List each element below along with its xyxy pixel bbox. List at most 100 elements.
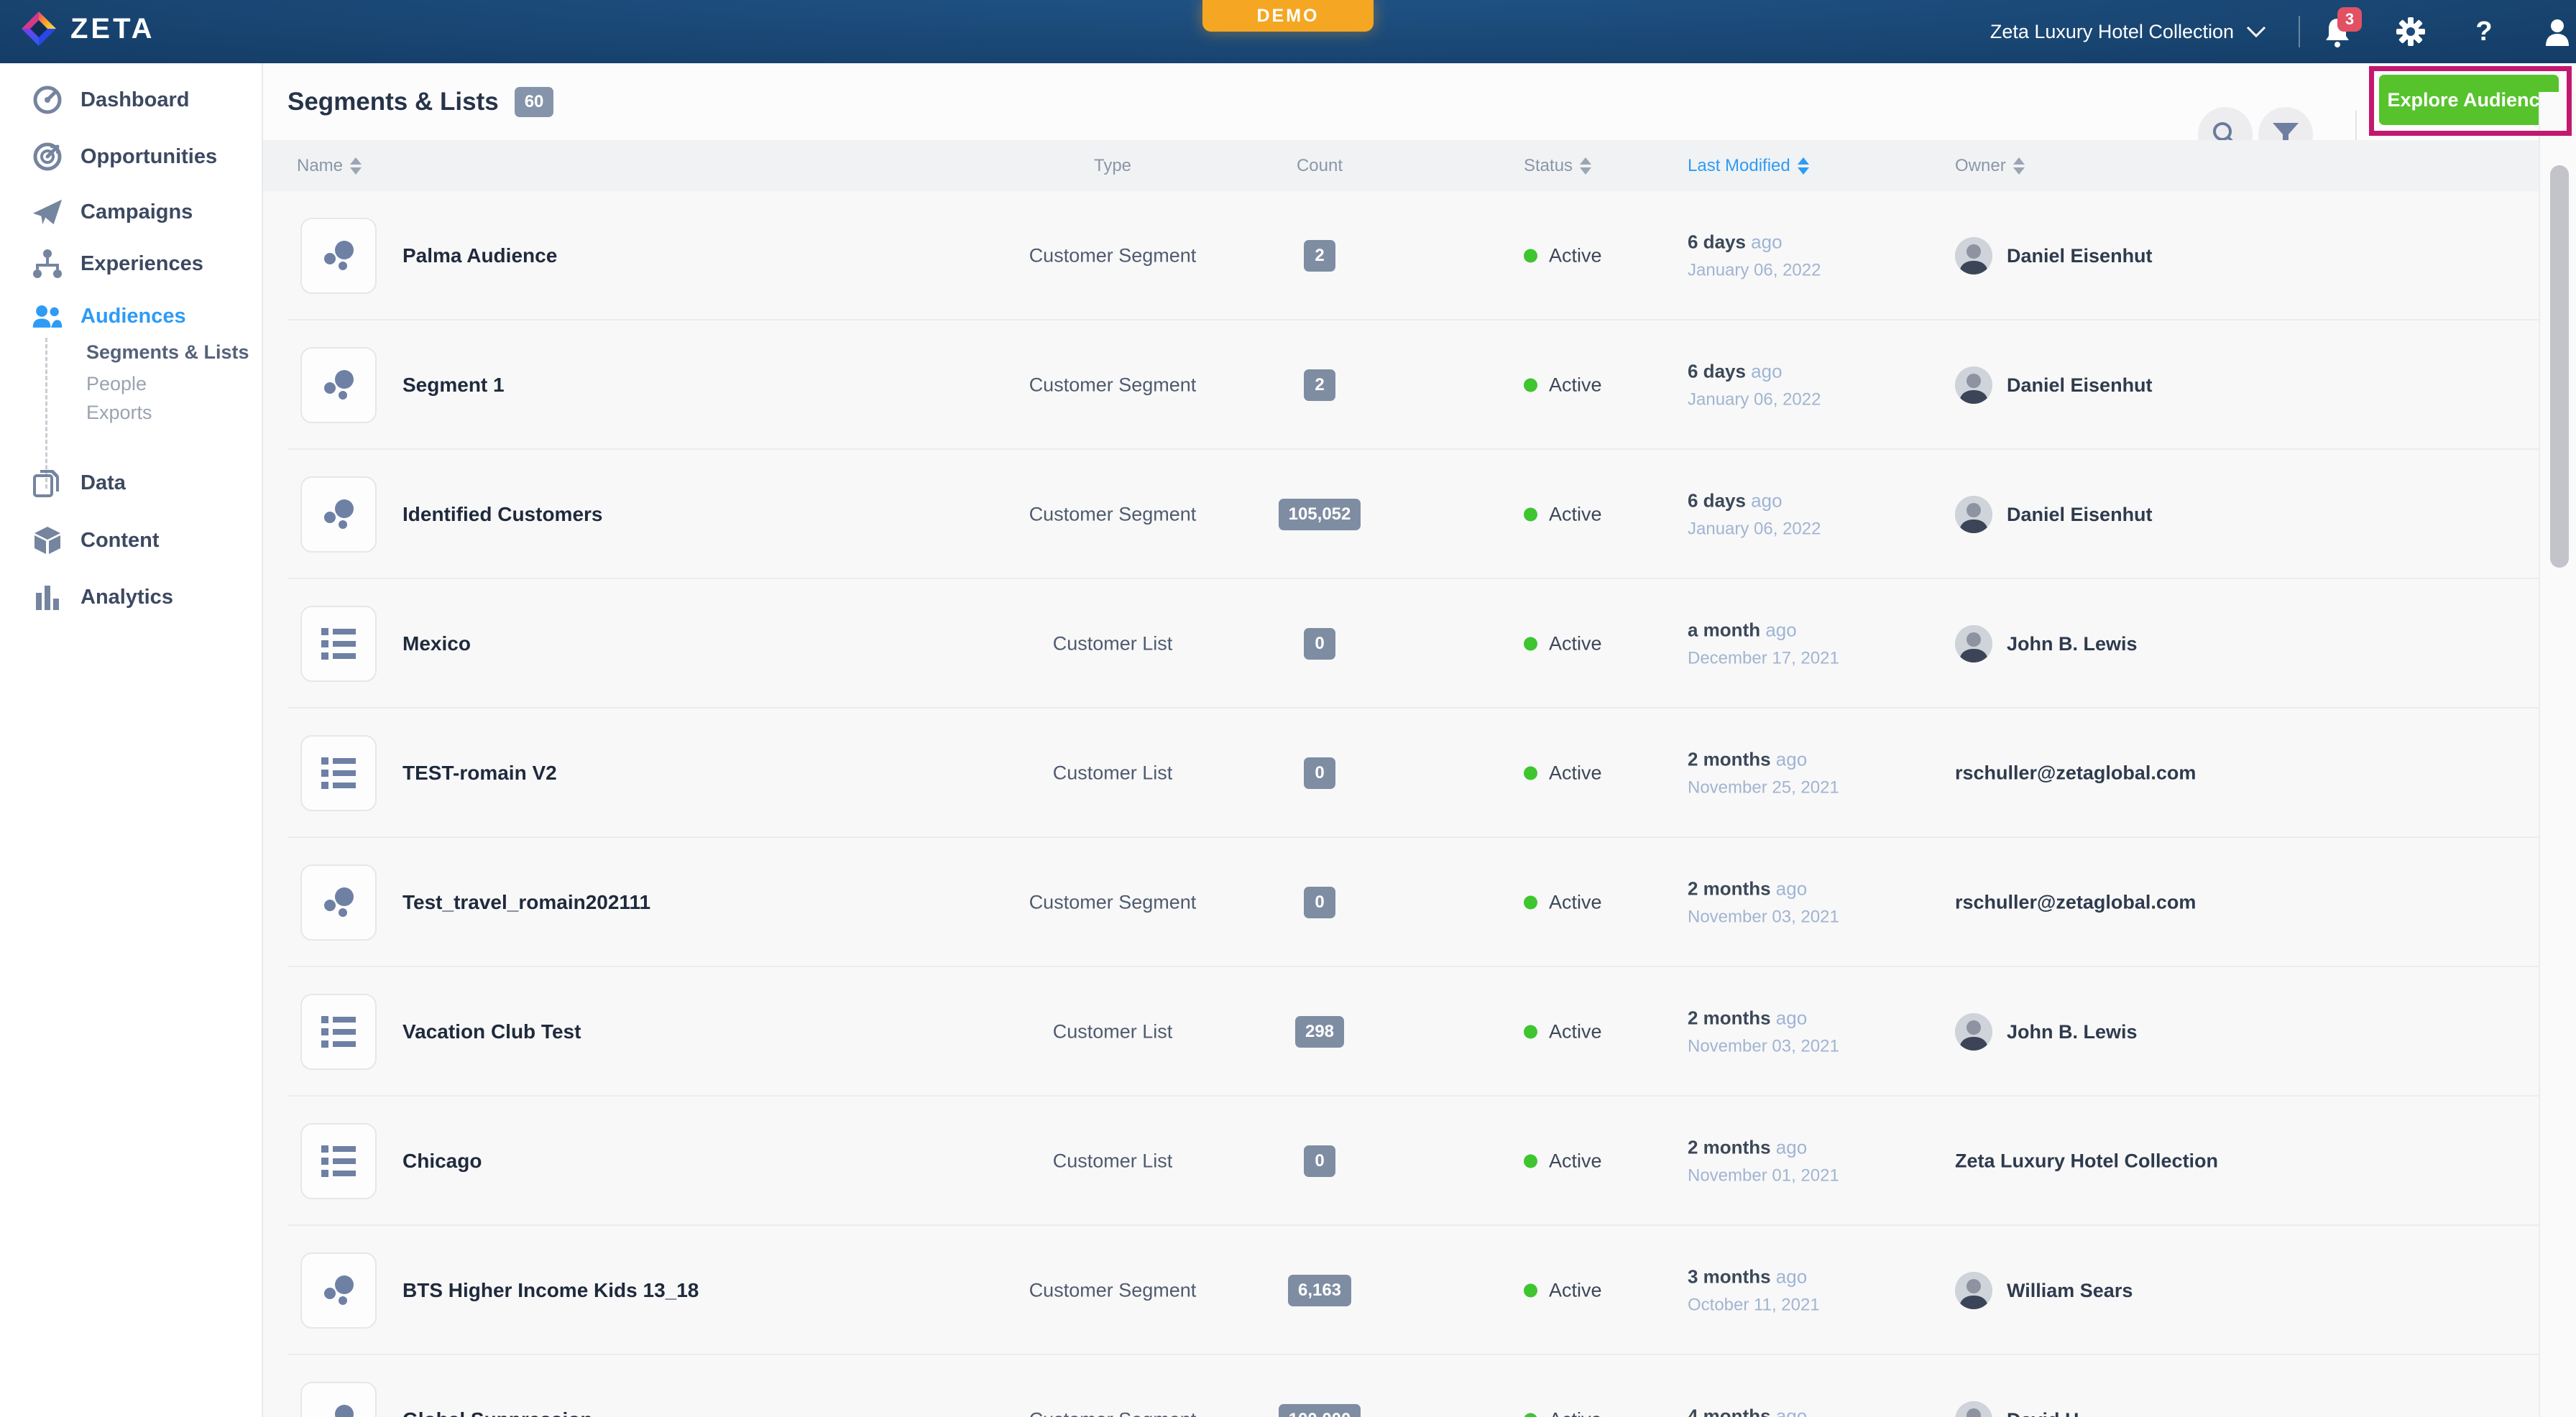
settings-button[interactable] — [2395, 16, 2426, 47]
zeta-diamond-icon — [20, 10, 58, 47]
row-owner: Daniel Eisenhut — [1955, 366, 2153, 404]
status-dot-icon — [1524, 1025, 1537, 1039]
scrollbar-thumb[interactable] — [2550, 165, 2569, 568]
column-label: Count — [1297, 156, 1343, 176]
count-badge: 6,163 — [1288, 1275, 1351, 1306]
modified-relative: 4 months ago — [1688, 1406, 1925, 1417]
sidebar-item-experiences[interactable]: Experiences — [0, 241, 263, 287]
sidebar-subitem-label: Segments & Lists — [86, 341, 249, 364]
column-label: Name — [297, 156, 343, 176]
row-owner: John B. Lewis — [1955, 1013, 2138, 1051]
sidebar-subitem-label: People — [86, 373, 147, 395]
table-row[interactable]: TEST-romain V2 Customer List 0 Active 2 … — [263, 708, 2576, 838]
row-type-icon-box — [300, 1382, 377, 1417]
owner-avatar — [1955, 237, 1992, 274]
row-last-modified: 6 days ago January 06, 2022 — [1688, 231, 1925, 281]
cube-icon — [32, 525, 63, 556]
column-label: Type — [1094, 156, 1131, 176]
sidebar-item-audiences[interactable]: Audiences — [0, 293, 263, 339]
status-dot-icon — [1524, 508, 1537, 522]
sidebar-item-content[interactable]: Content — [0, 517, 263, 563]
segment-icon — [318, 1400, 359, 1417]
modified-relative: a month ago — [1688, 619, 1925, 642]
question-mark-icon: ? — [2475, 17, 2492, 47]
status-label: Active — [1549, 1150, 1602, 1173]
user-menu-button[interactable] — [2542, 16, 2573, 47]
sidebar-item-label: Dashboard — [80, 88, 189, 112]
notifications-button[interactable]: 3 — [2322, 16, 2353, 47]
owner-avatar — [1955, 366, 1992, 404]
owner-name: William Sears — [2007, 1280, 2133, 1302]
sidebar-subitem-exports[interactable]: Exports — [0, 395, 263, 430]
row-last-modified: 2 months ago November 25, 2021 — [1688, 749, 1925, 798]
row-type: Customer List — [1005, 1021, 1220, 1043]
sort-arrows-icon — [2013, 157, 2025, 175]
brand-wordmark: ZETA — [70, 13, 155, 45]
sidebar-item-opportunities[interactable]: Opportunities — [0, 134, 263, 180]
row-status: Active — [1524, 374, 1602, 397]
row-status: Active — [1524, 762, 1602, 785]
gear-icon — [2395, 16, 2426, 47]
account-switcher[interactable]: Zeta Luxury Hotel Collection — [1990, 0, 2267, 63]
count-badge: 100,000 — [1279, 1404, 1361, 1417]
column-header-last-modified[interactable]: Last Modified — [1688, 140, 1809, 191]
scrollbar-track[interactable] — [2539, 92, 2576, 1417]
sidebar-item-campaigns[interactable]: Campaigns — [0, 189, 263, 235]
top-navigation-bar: ZETA DEMO Zeta Luxury Hotel Collection 3 — [0, 0, 2576, 63]
status-dot-icon — [1524, 1155, 1537, 1168]
modified-relative: 3 months ago — [1688, 1266, 1925, 1288]
column-header-owner[interactable]: Owner — [1955, 140, 2025, 191]
help-button[interactable]: ? — [2468, 16, 2500, 47]
zeta-logo[interactable]: ZETA — [20, 10, 155, 47]
chevron-down-icon — [2245, 24, 2267, 39]
sidebar-item-data[interactable]: Data — [0, 460, 263, 506]
avatar-person-icon — [1955, 1013, 1992, 1051]
owner-avatar — [1955, 496, 1992, 533]
row-status: Active — [1524, 1021, 1602, 1043]
owner-name: rschuller@zetaglobal.com — [1955, 762, 2196, 785]
sidebar-item-dashboard[interactable]: Dashboard — [0, 77, 263, 123]
modified-date: January 06, 2022 — [1688, 390, 1925, 410]
table-row[interactable]: Chicago Customer List 0 Active 2 months … — [263, 1097, 2576, 1226]
column-header-status[interactable]: Status — [1524, 140, 1591, 191]
row-status: Active — [1524, 1409, 1602, 1417]
table-row[interactable]: Vacation Club Test Customer List 298 Act… — [263, 967, 2576, 1097]
row-name: Segment 1 — [402, 374, 505, 397]
row-status: Active — [1524, 245, 1602, 267]
sort-arrows-icon — [1798, 157, 1809, 175]
row-type-icon-box — [300, 476, 377, 553]
table-row[interactable]: BTS Higher Income Kids 13_18 Customer Se… — [263, 1226, 2576, 1355]
sidebar-item-analytics[interactable]: Analytics — [0, 574, 263, 620]
owner-name: rschuller@zetaglobal.com — [1955, 892, 2196, 914]
modified-relative: 6 days ago — [1688, 231, 1925, 254]
sort-arrows-icon — [350, 157, 362, 175]
modified-relative: 2 months ago — [1688, 1007, 1925, 1030]
sidebar-item-label: Content — [80, 529, 160, 553]
avatar-person-icon — [1955, 1401, 1992, 1417]
row-owner: John B. Lewis — [1955, 625, 2138, 663]
table-row[interactable]: Test_travel_romain202111 Customer Segmen… — [263, 838, 2576, 967]
row-type: Customer Segment — [1005, 245, 1220, 267]
sidebar-subitem-segments-lists[interactable]: Segments & Lists — [0, 335, 263, 369]
table-row[interactable]: Segment 1 Customer Segment 2 Active 6 da… — [263, 320, 2576, 450]
table-row[interactable]: Identified Customers Customer Segment 10… — [263, 450, 2576, 579]
status-label: Active — [1549, 892, 1602, 914]
column-header-name[interactable]: Name — [297, 140, 362, 191]
table-row[interactable]: Mexico Customer List 0 Active a month ag… — [263, 579, 2576, 708]
table-row[interactable]: Palma Audience Customer Segment 2 Active… — [263, 191, 2576, 320]
row-status: Active — [1524, 1280, 1602, 1302]
status-dot-icon — [1524, 249, 1537, 263]
row-last-modified: 2 months ago November 03, 2021 — [1688, 878, 1925, 928]
row-name: Test_travel_romain202111 — [402, 891, 650, 914]
row-last-modified: 2 months ago November 01, 2021 — [1688, 1137, 1925, 1186]
table-row[interactable]: Global Suppression Customer Segment 100,… — [263, 1355, 2576, 1417]
count-badge: 0 — [1304, 757, 1335, 789]
row-type-icon-box — [300, 735, 377, 811]
count-badge: 0 — [1304, 1145, 1335, 1177]
row-owner: David H — [1955, 1401, 2079, 1417]
sidebar-item-label: Audiences — [80, 305, 186, 328]
row-name: Mexico — [402, 632, 471, 655]
row-owner: William Sears — [1955, 1272, 2133, 1309]
modified-date: January 06, 2022 — [1688, 520, 1925, 540]
row-name: Global Suppression — [402, 1408, 592, 1417]
